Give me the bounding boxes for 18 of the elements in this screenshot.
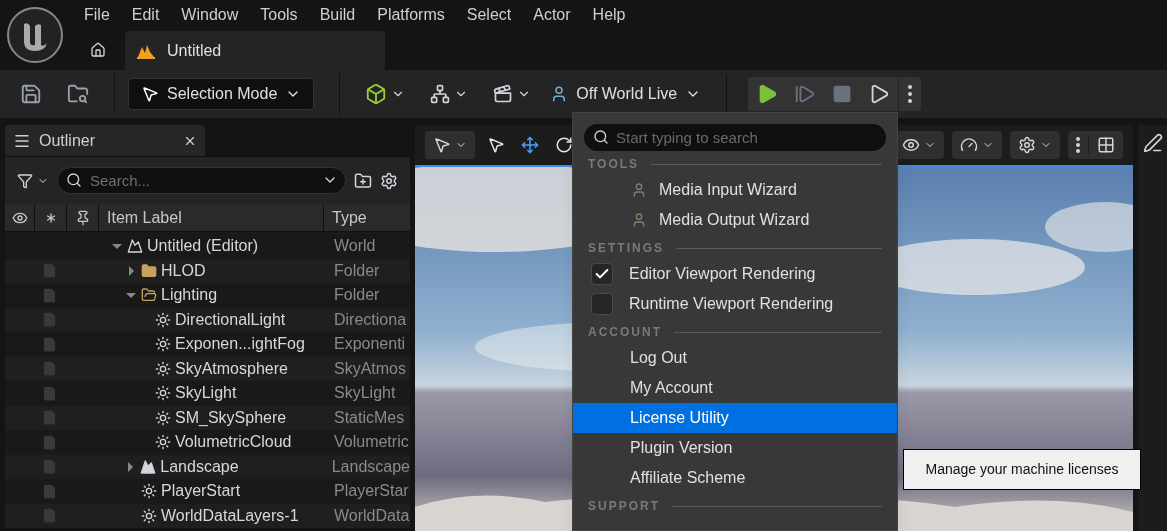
section-heading: SETTINGS bbox=[588, 240, 664, 257]
item-type: Landscape bbox=[330, 456, 410, 477]
tooltip: Manage your machine licenses bbox=[903, 449, 1141, 490]
item-type: SkyLight bbox=[333, 383, 396, 404]
item-type: Directiona bbox=[333, 309, 407, 330]
section-heading: TOOLS bbox=[588, 156, 640, 173]
outliner-title: Outliner bbox=[39, 130, 97, 151]
item-type: PlayerStar bbox=[333, 481, 409, 502]
item-type: World bbox=[333, 236, 376, 257]
section-heading: SUPPORT bbox=[588, 498, 660, 515]
section-heading: ACCOUNT bbox=[588, 324, 662, 341]
item-type: Folder bbox=[333, 260, 380, 281]
item-type: Folder bbox=[333, 285, 380, 306]
item-type: WorldData bbox=[333, 505, 410, 526]
item-type: Exponenti bbox=[333, 334, 406, 355]
item-type: Volumetric bbox=[333, 432, 409, 453]
item-type: SkyAtmos bbox=[333, 358, 406, 379]
item-type: StaticMes bbox=[333, 407, 405, 428]
